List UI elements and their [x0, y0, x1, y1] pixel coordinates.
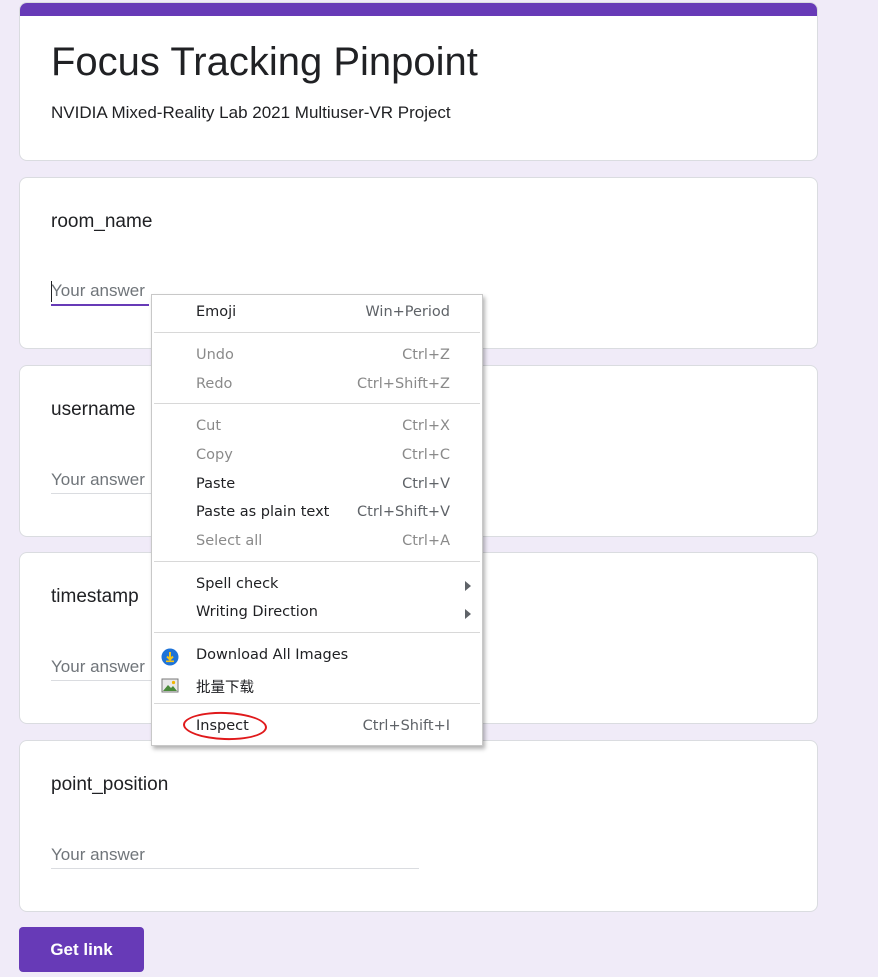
- header-accent-bar: [20, 3, 817, 16]
- menu-item-copy[interactable]: Copy Ctrl+C: [152, 442, 482, 470]
- menu-item-label: Writing Direction: [196, 604, 318, 620]
- menu-item-label: Select all: [196, 533, 263, 549]
- menu-item-label: Undo: [196, 347, 234, 363]
- context-menu: Emoji Win+Period Undo Ctrl+Z Redo Ctrl+S…: [151, 294, 483, 746]
- menu-separator: [154, 703, 480, 704]
- menu-item-shortcut: Ctrl+A: [402, 533, 450, 549]
- question-label: point_position: [51, 774, 169, 795]
- menu-item-shortcut: Ctrl+Z: [402, 347, 450, 363]
- submenu-arrow-icon: [465, 609, 471, 619]
- menu-item-label: 批量下载: [196, 680, 254, 696]
- menu-item-shortcut: Ctrl+Shift+I: [362, 718, 450, 734]
- menu-item-shortcut: Win+Period: [365, 304, 450, 320]
- menu-item-cut[interactable]: Cut Ctrl+X: [152, 413, 482, 441]
- menu-item-label: Copy: [196, 447, 233, 463]
- question-label: room_name: [51, 211, 153, 232]
- question-label: timestamp: [51, 586, 139, 607]
- menu-item-shortcut: Ctrl+Shift+Z: [357, 376, 450, 392]
- submenu-arrow-icon: [465, 581, 471, 591]
- menu-separator: [154, 403, 480, 404]
- menu-item-emoji[interactable]: Emoji Win+Period: [152, 299, 482, 327]
- menu-item-undo[interactable]: Undo Ctrl+Z: [152, 342, 482, 370]
- menu-item-label: Spell check: [196, 576, 279, 592]
- menu-item-label: Download All Images: [196, 647, 349, 663]
- menu-item-label: Inspect: [196, 718, 249, 734]
- form-description: NVIDIA Mixed-Reality Lab 2021 Multiuser-…: [51, 103, 451, 122]
- menu-item-shortcut: Ctrl+C: [401, 447, 450, 463]
- menu-item-paste[interactable]: Paste Ctrl+V: [152, 471, 482, 499]
- download-icon: [161, 648, 179, 666]
- room-name-input[interactable]: [51, 278, 149, 306]
- form-header-card: Focus Tracking Pinpoint NVIDIA Mixed-Rea…: [19, 2, 818, 161]
- menu-item-spell-check[interactable]: Spell check: [152, 571, 482, 599]
- menu-item-label: Paste as plain text: [196, 504, 330, 520]
- get-link-button[interactable]: Get link: [19, 927, 144, 972]
- menu-item-shortcut: Ctrl+V: [402, 476, 450, 492]
- form-title: Focus Tracking Pinpoint: [51, 40, 478, 84]
- menu-item-inspect[interactable]: Inspect Ctrl+Shift+I: [152, 713, 482, 741]
- menu-separator: [154, 332, 480, 333]
- menu-item-paste-plain-text[interactable]: Paste as plain text Ctrl+Shift+V: [152, 499, 482, 527]
- menu-item-label: Paste: [196, 476, 236, 492]
- menu-item-download-all-images[interactable]: Download All Images: [152, 642, 482, 670]
- menu-item-redo[interactable]: Redo Ctrl+Shift+Z: [152, 371, 482, 399]
- menu-item-shortcut: Ctrl+Shift+V: [357, 504, 450, 520]
- point-position-input[interactable]: [51, 841, 419, 869]
- menu-item-select-all[interactable]: Select all Ctrl+A: [152, 528, 482, 556]
- menu-item-batch-download[interactable]: 批量下载: [152, 671, 482, 699]
- image-icon: [161, 678, 179, 693]
- menu-separator: [154, 632, 480, 633]
- menu-item-writing-direction[interactable]: Writing Direction: [152, 599, 482, 627]
- question-label: username: [51, 399, 136, 420]
- menu-item-label: Redo: [196, 376, 233, 392]
- menu-item-shortcut: Ctrl+X: [402, 418, 450, 434]
- text-caret: [51, 281, 52, 302]
- menu-separator: [154, 561, 480, 562]
- menu-item-label: Emoji: [196, 304, 237, 320]
- question-card-point-position: point_position: [19, 740, 818, 912]
- menu-item-label: Cut: [196, 418, 221, 434]
